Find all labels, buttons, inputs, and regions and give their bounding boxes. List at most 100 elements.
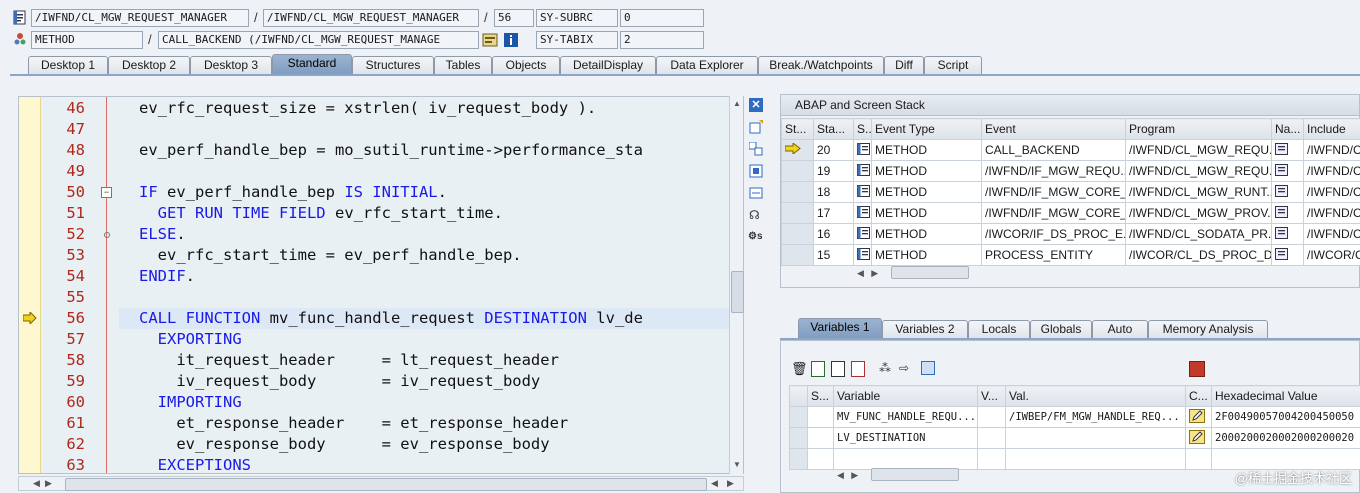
copy-icon[interactable] [811, 361, 825, 377]
stack-row[interactable]: 15 METHOD PROCESS_ENTITY/IWCOR/CL_DS_PROC_… [781, 244, 1360, 266]
stack-navigate-icon[interactable] [1271, 223, 1304, 245]
settings-icon[interactable]: ⚙s [748, 230, 764, 244]
sysvar-value-field-2[interactable]: 2 [620, 31, 704, 49]
vartab-globals[interactable]: Globals [1030, 320, 1092, 339]
scroll-down-icon[interactable]: ▼ [733, 460, 741, 469]
stack-col-header[interactable]: Sta... [813, 118, 854, 140]
fold-toggle-icon[interactable]: − [101, 187, 112, 198]
var-col-header[interactable]: V... [977, 385, 1006, 407]
stack-type-icon[interactable] [853, 160, 872, 182]
code-line[interactable]: GET RUN TIME FIELD ev_rfc_start_time. [139, 203, 503, 224]
stack-type-icon[interactable] [853, 244, 872, 266]
scroll-thumb[interactable] [731, 271, 744, 313]
code-line[interactable]: IF ev_perf_handle_bep IS INITIAL. [139, 182, 447, 203]
var-value-cell[interactable]: /IWBEP/FM_MGW_HANDLE_REQ... [1005, 406, 1186, 428]
stack-navigate-icon[interactable] [1271, 244, 1304, 266]
edit-pencil-icon[interactable] [1185, 427, 1212, 449]
scroll-up-icon[interactable]: ▲ [733, 99, 741, 108]
close-icon[interactable]: ✕ [749, 98, 763, 112]
code-line[interactable]: IMPORTING [139, 392, 242, 413]
include-field[interactable]: /IWFND/CL_MGW_REQUEST_MANAGER [263, 9, 479, 27]
vartab-auto[interactable]: Auto [1092, 320, 1148, 339]
event-name-field[interactable]: CALL_BACKEND (/IWFND/CL_MGW_REQUEST_MANA… [158, 31, 479, 49]
vartab-locals[interactable]: Locals [968, 320, 1030, 339]
headset-icon[interactable]: ☊ [749, 208, 763, 222]
hscroll-thumb[interactable] [65, 478, 707, 491]
maximize-icon[interactable] [749, 164, 763, 178]
stack-navigate-icon[interactable] [1271, 160, 1304, 182]
stack-hscroll[interactable]: ◀ ▶ [857, 265, 977, 279]
navigate-icon[interactable]: ⇨ [899, 361, 909, 375]
var-empty-cell[interactable] [977, 448, 1006, 470]
hscroll-thumb[interactable] [891, 266, 969, 279]
vartab-memory-analysis[interactable]: Memory Analysis [1148, 320, 1268, 339]
code-line[interactable]: CALL FUNCTION mv_func_handle_request DES… [139, 308, 643, 329]
var-col-header[interactable]: Variable [833, 385, 978, 407]
sysvar-value-field[interactable]: 0 [620, 9, 704, 27]
hscroll-thumb[interactable] [871, 468, 959, 481]
code-line[interactable]: ev_perf_handle_bep = mo_sutil_runtime->p… [139, 140, 643, 161]
scroll-left-icon[interactable]: ◀ [857, 268, 864, 278]
stack-col-header[interactable]: Program [1125, 118, 1272, 140]
code-line[interactable]: ELSE. [139, 224, 186, 245]
new-window-icon[interactable] [749, 120, 763, 134]
sysvar-name-field-2[interactable]: SY-TABIX [536, 31, 618, 49]
folder-icon[interactable] [921, 361, 935, 375]
stack-type-icon[interactable] [853, 223, 872, 245]
code-line[interactable]: EXCEPTIONS [139, 455, 251, 473]
stack-type-icon[interactable] [853, 202, 872, 224]
tab-tables[interactable]: Tables [434, 56, 492, 75]
editor-horizontal-scrollbar[interactable]: ◀ ▶ ◀ ▶ [18, 476, 744, 491]
tab-desktop-3[interactable]: Desktop 3 [190, 56, 272, 75]
scroll-right-icon[interactable]: ▶ [45, 478, 52, 489]
main-program-field[interactable]: /IWFND/CL_MGW_REQUEST_MANAGER [31, 9, 249, 27]
tab-structures[interactable]: Structures [352, 56, 434, 75]
stack-col-header[interactable]: S... [853, 118, 872, 140]
sysvar-name-field[interactable]: SY-SUBRC [536, 9, 618, 27]
edit-pencil-icon[interactable] [1185, 406, 1212, 428]
variable-row[interactable]: MV_FUNC_HANDLE_REQU... /IWBEP/FM_MGW_HAND… [789, 406, 1360, 428]
stack-row[interactable]: 19 METHOD/IWFND/IF_MGW_REQU.../IWFND/CL_M… [781, 160, 1360, 182]
scroll-left-icon[interactable]: ◀ [33, 478, 40, 489]
scroll-right-icon[interactable]: ▶ [727, 478, 734, 489]
swap-tool-icon[interactable] [748, 141, 763, 156]
breakpoint-gutter[interactable] [19, 97, 41, 473]
scroll-left-icon[interactable]: ◀ [837, 470, 844, 480]
code-line[interactable]: ev_rfc_start_time = ev_perf_handle_bep. [139, 245, 522, 266]
code-line[interactable]: it_request_header = lt_request_header [139, 350, 559, 371]
stack-row[interactable]: 17 METHOD/IWFND/IF_MGW_CORE_.../IWFND/CL_… [781, 202, 1360, 224]
list-icon[interactable] [831, 361, 845, 377]
stack-col-header[interactable]: Include [1303, 118, 1360, 140]
var-empty-cell[interactable] [1211, 448, 1360, 470]
code-line[interactable]: iv_request_body = iv_request_body [139, 371, 540, 392]
stack-navigate-icon[interactable] [1271, 181, 1304, 203]
code-line[interactable]: et_response_header = et_response_header [139, 413, 568, 434]
vartab-variables-1[interactable]: Variables 1 [798, 318, 882, 339]
event-type-field[interactable]: METHOD [31, 31, 143, 49]
stack-col-header[interactable]: Event Type [871, 118, 982, 140]
tab-desktop-2[interactable]: Desktop 2 [108, 56, 190, 75]
variable-row[interactable]: LV_DESTINATION 2000200020002000200020 [789, 427, 1360, 449]
stack-col-header[interactable]: Event [981, 118, 1126, 140]
stack-type-icon[interactable] [853, 181, 872, 203]
tab-detaildisplay[interactable]: DetailDisplay [560, 56, 656, 75]
var-col-header[interactable]: S... [807, 385, 834, 407]
code-line[interactable]: ev_response_body = ev_response_body [139, 434, 549, 455]
stack-row[interactable]: 18 METHOD/IWFND/IF_MGW_CORE_.../IWFND/CL_… [781, 181, 1360, 203]
export-icon[interactable] [851, 361, 865, 377]
var-empty-cell[interactable] [1185, 448, 1212, 470]
code-line[interactable]: EXPORTING [139, 329, 242, 350]
var-hscroll[interactable]: ◀ ▶ [837, 467, 967, 481]
tab-break-watchpoints[interactable]: Break./Watchpoints [758, 56, 884, 75]
tab-objects[interactable]: Objects [492, 56, 560, 75]
editor-vertical-scrollbar[interactable]: ▲ ▼ [729, 96, 744, 474]
stack-navigate-icon[interactable] [1271, 202, 1304, 224]
var-value-cell[interactable] [1005, 427, 1186, 449]
tab-data-explorer[interactable]: Data Explorer [656, 56, 758, 75]
code-line[interactable]: ev_rfc_request_size = xstrlen( iv_reques… [139, 98, 596, 119]
stack-type-icon[interactable] [853, 139, 872, 161]
hierarchy-icon[interactable]: ⁂ [879, 361, 891, 375]
delete-icon[interactable]: 🗑 [791, 361, 808, 377]
tab-diff[interactable]: Diff [884, 56, 924, 75]
var-empty-cell[interactable] [789, 448, 808, 470]
